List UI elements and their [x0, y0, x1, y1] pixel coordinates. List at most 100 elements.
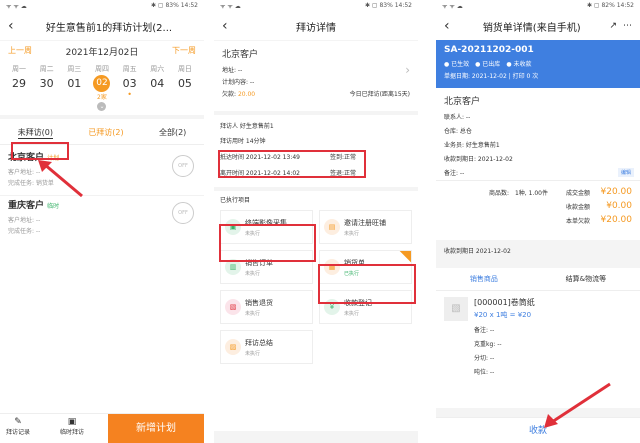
warehouse-field: 仓库: 总仓	[444, 128, 472, 135]
product-tonnage: 吨位: --	[474, 369, 495, 376]
signal-icons: ᯤ ᯤ ☁	[442, 3, 463, 10]
temp-visit-icon: ▣	[67, 417, 77, 427]
completed-task: 完成任务: --	[8, 228, 41, 235]
item-visit-summary[interactable]: ▨ 拜访总结未执行	[220, 330, 313, 364]
day-cell[interactable]: 周日 05	[174, 64, 196, 111]
day-cell[interactable]: 周一 29	[8, 64, 30, 111]
temp-visit-button[interactable]: ▣ 临时拜访	[36, 414, 108, 443]
nav-bar: ‹ 销货单详情(来自手机) ↗ ⋯	[436, 12, 640, 40]
day-label: 周五	[122, 65, 137, 73]
item-sales-return[interactable]: ▧ 销售退货未执行	[220, 290, 313, 324]
share-icon[interactable]: ↗	[609, 21, 617, 31]
plan-content: 计划内容: --	[222, 79, 255, 86]
day-number: 01	[67, 77, 82, 90]
day-cell[interactable]: 周三 01	[63, 64, 85, 111]
completed-task: 完成任务: 销货单	[8, 180, 54, 187]
tab-visited[interactable]: 已拜访(2)	[88, 127, 123, 139]
new-plan-button[interactable]: 新增计划	[108, 414, 204, 443]
tab-settlement[interactable]: 结算&物流等	[566, 274, 606, 284]
return-icon: ▧	[225, 299, 241, 315]
current-date: 2021年12月02日	[65, 48, 139, 58]
more-icon[interactable]: ⋯	[623, 21, 632, 31]
chevron-right-icon: ›	[405, 63, 410, 77]
bottom-bar: ✎ 拜访记录 ▣ 临时拜访 新增计划	[0, 413, 204, 443]
product-cut: 分切: --	[474, 355, 495, 362]
temp-visit-label: 临时拜访	[59, 429, 84, 436]
day-label: 周一	[12, 65, 26, 73]
tab-unvisited[interactable]: 未拜访(0)	[17, 127, 53, 139]
visitor: 拜访人 好生意售前1	[220, 123, 274, 130]
item-invite-shop[interactable]: ▤ 邀请注册旺铺 未执行	[319, 210, 412, 244]
back-icon[interactable]: ‹	[444, 18, 458, 34]
due-date-field: 收款到期日: 2021-12-02	[444, 156, 513, 163]
summary-icon: ▨	[225, 339, 241, 355]
back-icon[interactable]: ‹	[222, 18, 236, 34]
owed-amount: ¥20.00	[600, 215, 633, 225]
plan-dot: •	[127, 90, 132, 99]
product-name: [000001]卷筒纸	[474, 298, 535, 307]
goods-value: 1种, 1.00件	[514, 189, 548, 197]
day-cell[interactable]: 周二 30	[36, 64, 58, 111]
amount-section: 商品数: 1种, 1.00件 成交金额 ¥20.00 收款金额 ¥0.00 本单欠款 ¥2…	[436, 180, 640, 240]
day-cell[interactable]: 周五 03 •	[119, 64, 141, 111]
page-title: 销货单详情(来自手机)	[482, 22, 581, 34]
done-corner-badge	[399, 251, 411, 263]
item-name: 拜访总结	[245, 338, 273, 347]
status-bar: ᯤ ᯤ ☁ ✱ ▢ 83% 14:52	[214, 0, 418, 12]
visit-record-label: 拜访记录	[5, 429, 30, 436]
customer-name: 北京客户	[444, 97, 481, 107]
day-number: 29	[12, 77, 26, 90]
status-badge: ● 未收款	[506, 61, 532, 68]
page-title: 拜访详情	[296, 22, 336, 34]
edit-button[interactable]: 编辑	[617, 168, 634, 177]
back-icon[interactable]: ‹	[8, 18, 22, 34]
doc-number: SA-20211202-001	[444, 45, 534, 55]
day-label: 周六	[150, 65, 165, 73]
day-label: 周二	[39, 65, 54, 73]
next-week-link[interactable]: 下一周	[172, 45, 196, 58]
shop-icon: ▤	[324, 219, 340, 235]
amount-label: 成交金额	[565, 189, 590, 197]
checkout-stamp-icon: OFF	[172, 202, 194, 224]
item-status: 未执行	[245, 350, 261, 357]
due-row: 收款到期日 2021-12-02	[436, 240, 640, 262]
customer-info-card[interactable]: 北京客户 地址: -- 计划内容: -- 欠款: 20.00 今日已拜访(距离15…	[214, 41, 418, 111]
received-amount: ¥0.00	[606, 201, 632, 211]
customer-section: 北京客户 联系人: -- 仓库: 总仓 业务员: 好生意售前1 收款到期日: 2…	[436, 88, 640, 180]
due-text: 收款到期日 2021-12-02	[444, 248, 511, 255]
item-name: 销售退货	[245, 298, 273, 307]
tab-goods[interactable]: 销售商品	[470, 274, 498, 284]
day-label: 周日	[177, 65, 192, 73]
visit-detail-screen: ᯤ ᯤ ☁ ✱ ▢ 83% 14:52 ‹ 拜访详情 北京客户 地址: -- 计划…	[214, 0, 418, 443]
goods-label: 商品数:	[488, 189, 509, 197]
day-row: 周一 29 周二 30 周三 01 周四 02 2家 ⌄ 周五 03 • 周六 04 周日 05	[8, 64, 196, 111]
product-row[interactable]: ▧ [000001]卷筒纸 ¥20 x 1吨 = ¥20 备注: -- 克重kg…	[436, 291, 640, 382]
chevron-down-icon[interactable]: ⌄	[97, 102, 107, 111]
salesperson-field: 业务员: 好生意售前1	[444, 142, 500, 149]
status-right: ✱ ▢ 83% 14:52	[364, 2, 412, 9]
customer-address: 客户地址: --	[8, 217, 41, 224]
nav-bar: ‹ 好生意售前1的拜访计划(2...	[0, 12, 204, 40]
sales-slip-detail-screen: ᯤ ᯤ ☁ ✱ ▢ 82% 14:52 ‹ 销货单详情(来自手机) ↗ ⋯ SA-…	[436, 0, 640, 443]
tab-all[interactable]: 全部(2)	[159, 127, 186, 139]
visit-record-button[interactable]: ✎ 拜访记录	[0, 414, 36, 443]
status-badge: ● 已出库	[475, 61, 501, 68]
highlight-box	[318, 264, 416, 304]
prev-week-link[interactable]: 上一周	[8, 45, 32, 58]
status-right: ✱ ▢ 83% 14:52	[150, 2, 198, 9]
pen-icon: ✎	[14, 417, 22, 427]
day-cell[interactable]: 周六 04	[146, 64, 168, 111]
doc-date: 单据日期: 2021-12-02 | 打印 0 次	[444, 73, 539, 80]
customer-name: 北京客户	[222, 50, 259, 60]
customer-card[interactable]: 重庆客户 临时 客户地址: -- 完成任务: -- OFF	[0, 195, 204, 245]
day-number: 02	[93, 75, 111, 92]
day-cell-selected[interactable]: 周四 02 2家 ⌄	[91, 64, 113, 111]
red-arrow	[544, 382, 611, 428]
nav-bar: ‹ 拜访详情	[214, 12, 418, 40]
item-status: 未执行	[245, 310, 261, 317]
day-number: 03	[122, 77, 137, 90]
status-bar: ᯤ ᯤ ☁ ✱ ▢ 83% 14:52	[0, 0, 204, 12]
section-title: 已执行项目	[220, 197, 251, 204]
status-bar: ᯤ ᯤ ☁ ✱ ▢ 82% 14:52	[436, 0, 640, 12]
